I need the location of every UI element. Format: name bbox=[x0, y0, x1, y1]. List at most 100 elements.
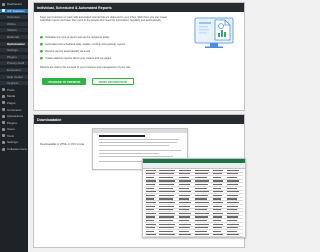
spreadsheet-cell bbox=[195, 206, 208, 207]
spreadsheet-cell bbox=[213, 216, 222, 217]
spreadsheet-cell bbox=[146, 224, 156, 225]
download-format-text: Downloadable in HTML or CSV format bbox=[40, 143, 84, 146]
sidebar-item-label: Plugins bbox=[7, 121, 17, 125]
sidebar-item-label: Upgrade bbox=[2, 81, 19, 85]
spreadsheet-cell bbox=[195, 173, 208, 174]
feature-item: Schedule any type of report and set the … bbox=[40, 36, 180, 39]
spreadsheet-cell bbox=[179, 220, 189, 221]
spreadsheet-cell bbox=[227, 224, 239, 225]
sidebar-item[interactable]: Visitors bbox=[0, 28, 28, 32]
sidebar-item[interactable]: Help Center bbox=[0, 75, 28, 79]
spreadsheet-cell bbox=[146, 188, 154, 189]
spreadsheet-cell bbox=[146, 191, 156, 192]
spreadsheet-cell bbox=[146, 206, 155, 207]
sidebar-item[interactable]: Privacy Audit bbox=[0, 61, 28, 65]
sidebar-item-label: Exclusions bbox=[2, 68, 21, 72]
spreadsheet-cell bbox=[195, 188, 207, 189]
panel-title: Downloadable bbox=[37, 118, 61, 122]
feature-item: Receive reports automatically via email bbox=[40, 50, 180, 53]
upgrade-button[interactable]: UPGRADE TO PREMIUM bbox=[42, 78, 86, 85]
spreadsheet-cell bbox=[146, 184, 155, 185]
sidebar-item-label: Pages bbox=[7, 101, 16, 105]
spreadsheet-cell bbox=[213, 191, 223, 192]
spreadsheet-cell bbox=[159, 198, 173, 199]
spreadsheet-cell bbox=[146, 198, 154, 199]
spreadsheet-cell bbox=[146, 209, 154, 210]
spreadsheet-cell bbox=[195, 170, 209, 171]
sidebar-item[interactable]: Comments bbox=[0, 108, 28, 112]
spreadsheet-cell bbox=[159, 206, 174, 207]
spreadsheet-cell bbox=[213, 188, 221, 189]
sidebar-item-label: WP Statistics bbox=[7, 9, 25, 13]
spreadsheet-cell bbox=[213, 202, 223, 203]
sidebar-item[interactable]: Appearance bbox=[0, 114, 28, 118]
sidebar-item[interactable]: Online bbox=[0, 22, 28, 26]
spreadsheet-cell bbox=[213, 180, 223, 181]
spreadsheet-cell bbox=[195, 231, 207, 232]
sidebar-item-label: Plugins bbox=[2, 55, 17, 59]
menu-icon bbox=[2, 88, 5, 91]
spreadsheet-cell bbox=[213, 234, 223, 235]
spreadsheet-cell bbox=[195, 180, 209, 181]
spreadsheet-cell bbox=[227, 216, 238, 217]
spreadsheet-cell bbox=[213, 213, 223, 214]
sidebar-item-label: Posts bbox=[7, 88, 15, 92]
spreadsheet-cell bbox=[146, 213, 156, 214]
sidebar-item[interactable]: Posts bbox=[0, 88, 28, 92]
spreadsheet-cell bbox=[213, 177, 221, 178]
sidebar-item[interactable]: Optimization bbox=[0, 42, 28, 46]
sidebar-item-label: Help Center bbox=[2, 75, 23, 79]
spreadsheet-cell bbox=[159, 227, 174, 228]
sidebar-item[interactable]: Overview bbox=[0, 15, 28, 19]
sidebar-item[interactable]: Upgrade bbox=[0, 81, 28, 85]
spreadsheet-cell bbox=[227, 177, 237, 178]
spreadsheet-cell bbox=[179, 173, 190, 174]
sidebar-item[interactable]: Plugins bbox=[0, 121, 28, 125]
sidebar-item[interactable]: Media bbox=[0, 94, 28, 98]
spreadsheet-cell bbox=[179, 234, 191, 235]
check-icon bbox=[40, 36, 43, 39]
sidebar-item[interactable]: Plugins bbox=[0, 55, 28, 59]
sidebar-item[interactable]: Pages bbox=[0, 101, 28, 105]
spreadsheet-cell bbox=[159, 213, 175, 214]
feature-item: Automated and scheduled daily, weekly, m… bbox=[40, 43, 180, 46]
sidebar-item[interactable]: Collapse menu bbox=[0, 147, 28, 151]
menu-icon bbox=[2, 148, 5, 151]
sidebar-item[interactable]: Referrals bbox=[0, 35, 28, 39]
sidebar-item-label: Settings bbox=[2, 48, 18, 52]
menu-icon bbox=[2, 115, 5, 118]
spreadsheet-cell bbox=[213, 231, 221, 232]
spreadsheet-cell bbox=[195, 202, 209, 203]
sidebar-item[interactable]: WP Statistics bbox=[0, 9, 28, 13]
sidebar-item[interactable]: Settings bbox=[0, 48, 28, 52]
sidebar-item[interactable]: Dashboard bbox=[0, 2, 28, 6]
more-info-button[interactable]: MORE INFORMATION bbox=[92, 78, 134, 85]
sidebar-item[interactable]: Settings bbox=[0, 140, 28, 144]
spreadsheet-cell bbox=[227, 191, 239, 192]
sidebar-item-label: Users bbox=[7, 127, 15, 131]
spreadsheet-cell bbox=[179, 195, 190, 196]
spreadsheet-cell bbox=[146, 173, 155, 174]
spreadsheet-cell bbox=[195, 198, 207, 199]
feature-text: Create statistics reports about your vis… bbox=[45, 57, 111, 60]
spreadsheet-cell bbox=[213, 195, 222, 196]
spreadsheet-cell bbox=[146, 220, 154, 221]
sidebar-item[interactable]: Exclusions bbox=[0, 68, 28, 72]
spreadsheet-cell bbox=[159, 202, 175, 203]
spreadsheet-cell bbox=[213, 209, 221, 210]
sidebar-item-label: Online bbox=[2, 22, 16, 26]
panel-header: Downloadable bbox=[34, 115, 244, 124]
spreadsheet-cell bbox=[179, 213, 191, 214]
sidebar-item[interactable]: Users bbox=[0, 127, 28, 131]
spreadsheet-cell bbox=[159, 188, 173, 189]
sidebar-item-label: Dashboard bbox=[7, 2, 22, 6]
spreadsheet-cell bbox=[195, 195, 208, 196]
spreadsheet-cell bbox=[195, 184, 208, 185]
spreadsheet-cell bbox=[195, 220, 207, 221]
spreadsheet-cell bbox=[179, 202, 191, 203]
sidebar-item[interactable]: Tools bbox=[0, 134, 28, 138]
sidebar-item-label: Collapse menu bbox=[7, 147, 27, 151]
sidebar-item-label: Media bbox=[7, 94, 15, 98]
spreadsheet-cell bbox=[159, 173, 174, 174]
spreadsheet-cell bbox=[179, 231, 189, 232]
